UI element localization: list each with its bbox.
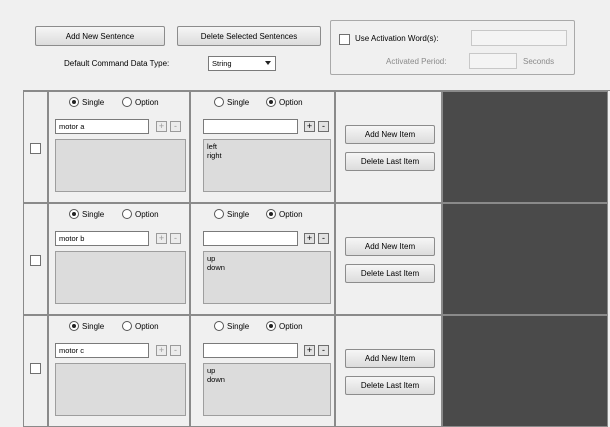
activation-group: Use Activation Word(s): Activated Period… [330, 20, 575, 75]
single-label: Single [227, 210, 250, 219]
remove-word-button[interactable]: - [170, 233, 181, 244]
add-new-item-button[interactable]: Add New Item [345, 125, 435, 144]
single-radio[interactable] [69, 321, 79, 331]
use-activation-label: Use Activation Word(s): [355, 34, 439, 43]
add-new-sentence-button[interactable]: Add New Sentence [35, 26, 165, 46]
add-option-button[interactable]: + [304, 233, 315, 244]
single-label: Single [82, 98, 105, 107]
single-label: Single [82, 322, 105, 331]
sentence-row: Single Option motor c + - Single Option … [23, 315, 608, 427]
row-empty-area [442, 315, 608, 427]
word-listbox[interactable] [55, 251, 186, 304]
option-radio[interactable] [266, 97, 276, 107]
delete-last-item-button[interactable]: Delete Last Item [345, 152, 435, 171]
add-option-button[interactable]: + [304, 121, 315, 132]
list-item: left [207, 142, 218, 151]
single-label: Single [227, 98, 250, 107]
option-label: Option [279, 98, 303, 107]
sentence-row: Single Option motor a + - Single Option … [23, 91, 608, 203]
row-select-checkbox[interactable] [30, 143, 41, 154]
single-radio[interactable] [69, 97, 79, 107]
left-column-cell: Single Option motor b + - [48, 203, 190, 315]
word-input[interactable]: motor b [55, 231, 149, 246]
remove-option-button[interactable]: - [318, 233, 329, 244]
option-label: Option [135, 210, 159, 219]
option-listbox[interactable]: left right [203, 139, 331, 192]
single-radio[interactable] [214, 209, 224, 219]
remove-word-button[interactable]: - [170, 345, 181, 356]
right-column-cell: Single Option + - up down [190, 203, 335, 315]
option-radio[interactable] [122, 209, 132, 219]
option-listbox[interactable]: up down [203, 363, 331, 416]
use-activation-checkbox[interactable] [339, 34, 350, 45]
list-item: up [207, 254, 216, 263]
chevron-down-icon [265, 61, 271, 65]
word-listbox[interactable] [55, 363, 186, 416]
default-type-select[interactable]: String [208, 56, 276, 71]
right-column-cell: Single Option + - up down [190, 315, 335, 427]
right-column-cell: Single Option + - left right [190, 91, 335, 203]
list-item: down [207, 263, 225, 272]
item-buttons-cell: Add New Item Delete Last Item [335, 315, 442, 427]
remove-word-button[interactable]: - [170, 121, 181, 132]
add-word-button[interactable]: + [156, 233, 167, 244]
row-empty-area [442, 91, 608, 203]
single-label: Single [82, 210, 105, 219]
option-radio[interactable] [266, 321, 276, 331]
option-label: Option [279, 322, 303, 331]
option-input[interactable] [203, 119, 298, 134]
sentence-row: Single Option motor b + - Single Option … [23, 203, 608, 315]
word-input[interactable]: motor a [55, 119, 149, 134]
option-radio[interactable] [122, 97, 132, 107]
activation-words-input[interactable] [471, 30, 567, 46]
word-input[interactable]: motor c [55, 343, 149, 358]
option-radio[interactable] [266, 209, 276, 219]
delete-selected-sentences-button[interactable]: Delete Selected Sentences [177, 26, 321, 46]
option-label: Option [135, 322, 159, 331]
left-column-cell: Single Option motor c + - [48, 315, 190, 427]
seconds-label: Seconds [523, 57, 555, 66]
add-word-button[interactable]: + [156, 345, 167, 356]
row-select-checkbox[interactable] [30, 255, 41, 266]
single-radio[interactable] [214, 321, 224, 331]
single-radio[interactable] [214, 97, 224, 107]
remove-option-button[interactable]: - [318, 345, 329, 356]
row-select-cell [23, 91, 48, 203]
add-option-button[interactable]: + [304, 345, 315, 356]
add-new-item-button[interactable]: Add New Item [345, 237, 435, 256]
add-new-item-button[interactable]: Add New Item [345, 349, 435, 368]
item-buttons-cell: Add New Item Delete Last Item [335, 203, 442, 315]
add-word-button[interactable]: + [156, 121, 167, 132]
single-label: Single [227, 322, 250, 331]
row-select-checkbox[interactable] [30, 363, 41, 374]
item-buttons-cell: Add New Item Delete Last Item [335, 91, 442, 203]
left-column-cell: Single Option motor a + - [48, 91, 190, 203]
activated-period-input[interactable] [469, 53, 517, 69]
list-item: down [207, 375, 225, 384]
default-type-value: String [212, 59, 232, 68]
row-select-cell [23, 203, 48, 315]
row-select-cell [23, 315, 48, 427]
option-input[interactable] [203, 231, 298, 246]
default-type-label: Default Command Data Type: [64, 59, 170, 68]
delete-last-item-button[interactable]: Delete Last Item [345, 376, 435, 395]
remove-option-button[interactable]: - [318, 121, 329, 132]
option-label: Option [279, 210, 303, 219]
option-input[interactable] [203, 343, 298, 358]
option-label: Option [135, 98, 159, 107]
activated-period-label: Activated Period: [386, 57, 447, 66]
word-listbox[interactable] [55, 139, 186, 192]
delete-last-item-button[interactable]: Delete Last Item [345, 264, 435, 283]
option-listbox[interactable]: up down [203, 251, 331, 304]
list-item: right [207, 151, 222, 160]
option-radio[interactable] [122, 321, 132, 331]
single-radio[interactable] [69, 209, 79, 219]
row-empty-area [442, 203, 608, 315]
list-item: up [207, 366, 216, 375]
